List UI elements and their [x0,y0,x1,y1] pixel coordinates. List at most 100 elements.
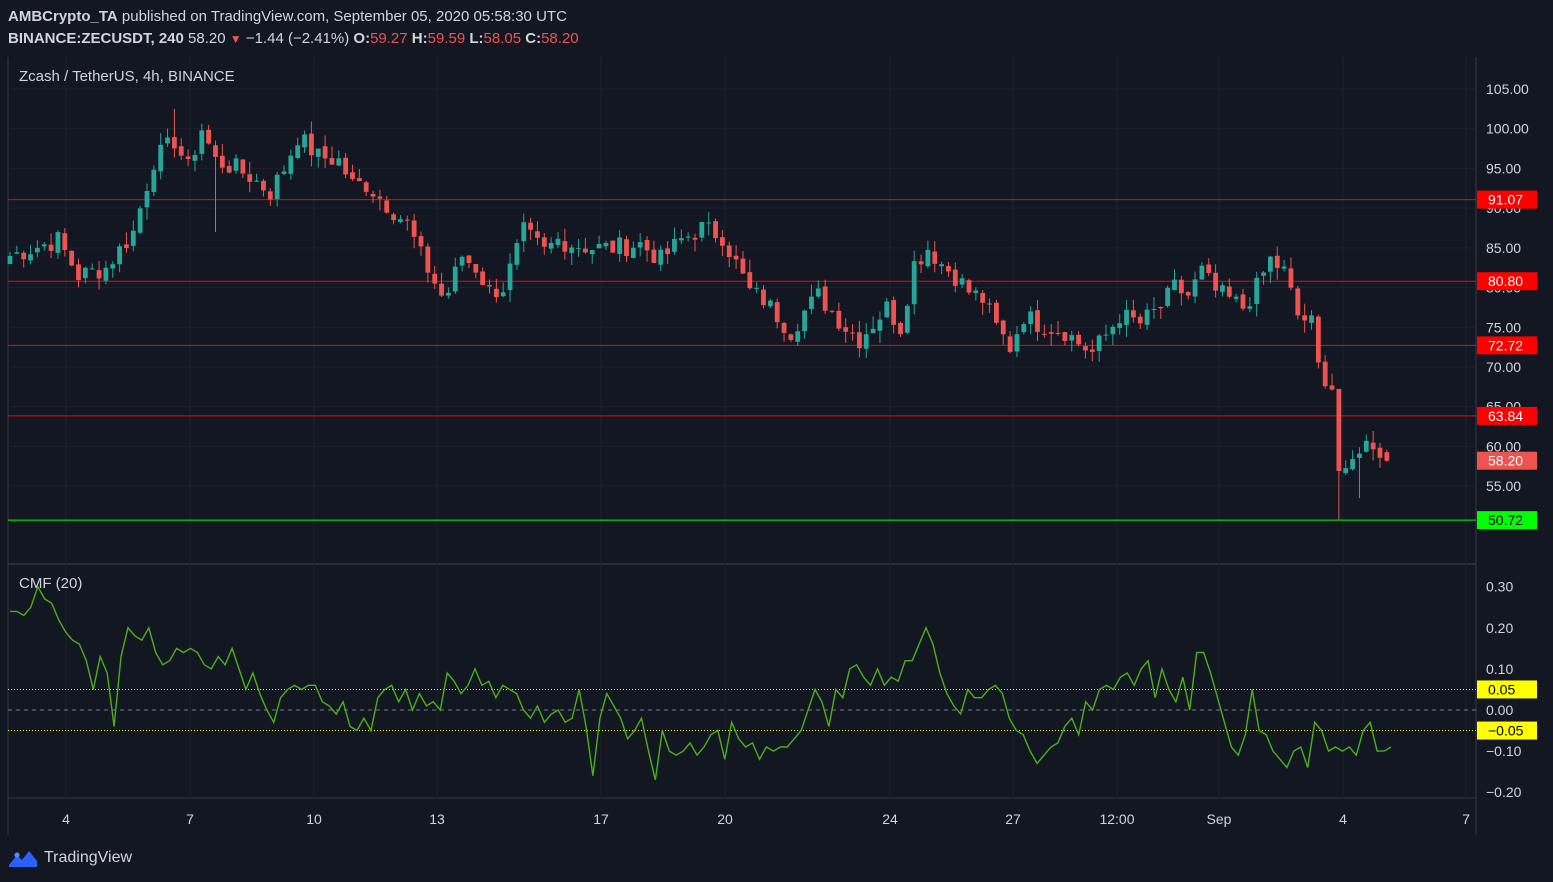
candle-body [466,255,472,263]
candle-body [233,158,239,171]
candle-body [446,292,451,296]
tradingview-footer[interactable]: TradingView [8,848,132,868]
candle-body [404,219,410,221]
candle-body [624,239,629,257]
chart-canvas[interactable]: 55.0060.0065.0070.0075.0080.0085.0090.00… [0,0,1553,882]
candle-body [1151,309,1157,311]
candle-body [651,249,657,263]
candle-body [213,145,218,157]
candle-body [1315,316,1321,363]
candle-body [1350,459,1355,470]
candle-body [617,237,623,254]
candle-body [637,242,643,248]
candle-body [240,159,246,174]
candle-body [185,156,191,160]
candle-body [1336,388,1342,471]
candle-body [487,285,492,287]
candle-body [69,250,75,266]
candle-body [959,278,965,285]
candle-body [1069,335,1075,341]
candle-body [1274,255,1280,268]
candle-body [254,180,259,182]
price-tick-label: 75.00 [1486,319,1521,335]
candle-body [500,292,506,297]
candle-body [1309,315,1314,323]
candle-body [384,200,390,213]
candle-body [1377,447,1383,458]
price-tick-label: 55.00 [1486,478,1521,494]
candle-body [987,303,992,305]
candle-body [658,249,664,265]
time-tick-label: 27 [1005,811,1021,827]
candle-body [35,247,40,253]
candle-body [720,237,725,246]
candle-body [644,239,650,251]
candle-body [706,222,712,224]
candle-body [726,245,732,257]
candle-body [555,238,561,245]
candle-body [1000,320,1006,335]
candle-body [363,182,369,192]
candle-body [76,264,81,281]
candle-body [89,268,95,270]
price-tick-label: 100.00 [1486,121,1529,137]
candle-body [1343,468,1349,474]
candle-body [151,169,157,193]
candle-body [302,134,307,148]
cmf-band-label: −0.05 [1488,723,1524,739]
candle-body [713,221,718,239]
candle-body [281,171,287,174]
candle-body [692,237,698,240]
candle-body [1124,309,1129,326]
last-price-label: 58.20 [1488,453,1523,469]
time-tick-label: 17 [593,811,609,827]
candle-body [535,231,540,238]
candle-body [1117,323,1123,328]
level-price-label: 91.07 [1488,192,1523,208]
candle-body [14,252,20,254]
candle-body [493,288,499,298]
candle-body [158,144,164,172]
tradingview-brand: TradingView [44,849,133,866]
candle-body [569,247,575,253]
candle-body [788,334,794,340]
candle-body [350,172,355,179]
candle-body [891,300,897,325]
candle-body [685,236,691,238]
candle-body [514,243,520,265]
candle-body [911,261,917,305]
candle-body [1083,346,1088,351]
candle-body [117,246,122,265]
candle-body [124,244,129,248]
time-tick-label: 7 [186,811,194,827]
candle-body [309,133,314,156]
candle-body [425,246,431,273]
candle-body [829,310,835,312]
candle-body [356,178,362,182]
candle-body [781,322,787,333]
candle-body [21,252,27,260]
candle-body [1165,287,1171,307]
candle-body [1035,310,1040,332]
candle-body [699,221,705,238]
candle-body [672,238,677,252]
candle-body [802,310,807,332]
candle-body [1144,309,1150,325]
time-tick-label: 12:00 [1099,811,1134,827]
candle-body [7,255,13,264]
candle-body [1268,256,1273,272]
candle-body [343,157,349,175]
candle-body [247,174,253,182]
candle-body [1172,279,1177,291]
cmf-tick-label: −0.10 [1486,743,1522,759]
candle-body [1199,265,1205,280]
candle-body [836,310,842,329]
candle-body [952,269,958,286]
candle-body [55,232,61,253]
candle-body [678,238,684,241]
candle-body [1007,336,1013,352]
candle-body [843,327,849,332]
candle-body [315,148,321,157]
candle-body [1028,311,1034,325]
candle-body [82,267,88,279]
